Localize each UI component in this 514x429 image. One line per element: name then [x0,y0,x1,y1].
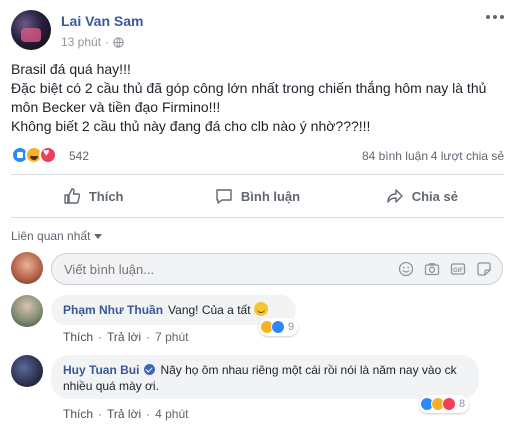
globe-icon [113,36,124,48]
like-button[interactable]: Thích [11,177,175,215]
smile-emoji-icon [253,302,268,316]
comment-button[interactable]: Bình luận [175,177,339,215]
share-button-label: Chia sẻ [411,188,458,204]
sort-label: Liên quan nhất [11,229,91,243]
post-line: Đặc biệt có 2 cầu thủ đã góp công lớn nh… [11,80,487,115]
more-options-icon[interactable] [486,12,504,22]
comment-sort-dropdown[interactable]: Liên quan nhất [11,229,103,243]
comment-like-link[interactable]: Thích [63,407,93,421]
comment-item: Huy Tuan Bui Nãy họ ôm nhau riêng một cái… [11,355,504,425]
commenter-name[interactable]: Phạm Như Thuần [63,303,163,317]
love-reaction-icon [39,146,57,164]
reaction-count[interactable]: 542 [69,149,89,163]
commenter-avatar[interactable] [11,355,43,387]
post-line: Không biết 2 cầu thủ này đang đá cho clb… [11,118,371,134]
comment-count[interactable]: 84 bình luận [362,149,428,163]
comment-item: Phạm Như Thuần Vang! Của a tất 9 Thích · T… [11,295,504,347]
camera-icon[interactable] [424,261,440,277]
comment-actions: Thích · Trả lời · 7 phút [63,330,189,344]
comment-reactions[interactable]: 9 [259,318,299,336]
comment-input-box[interactable]: GIF [51,253,503,285]
comment-bubble: Phạm Như Thuần Vang! Của a tất [51,295,296,325]
commenter-avatar[interactable] [11,295,43,327]
author-name[interactable]: Lai Van Sam [61,13,143,29]
thumbs-up-icon [64,188,80,204]
share-count[interactable]: 4 lượt chia sẻ [431,149,504,163]
comment-text: Vang! Của a tất [168,303,251,317]
comment-button-label: Bình luận [240,188,301,204]
comment-bubble-icon [216,189,232,204]
svg-text:GIF: GIF [453,268,463,274]
comment-reply-link[interactable]: Trả lời [107,407,141,421]
post-actions: Thích Bình luận Chia sẻ [11,177,504,215]
post-meta: 13 phút · [61,35,124,49]
commenter-name[interactable]: Huy Tuan Bui [63,363,139,377]
post-line: Brasil đá quá hay!!! [11,61,131,77]
like-button-label: Thích [88,188,124,204]
comment-like-link[interactable]: Thích [63,330,93,344]
author-avatar[interactable] [11,10,51,50]
emoji-icon[interactable] [398,261,414,277]
post-time[interactable]: 13 phút [61,35,101,49]
verified-badge-icon [144,364,156,375]
reaction-summary: 542 84 bình luận 4 lượt chia sẻ [11,146,504,166]
like-reaction-icon [271,320,285,334]
comment-composer: GIF [11,252,504,286]
post-header: Lai Van Sam 13 phút · [11,10,504,52]
facebook-post: Lai Van Sam 13 phút · Brasil đá quá hay!… [0,0,514,429]
sticker-icon[interactable] [476,261,492,277]
comment-reaction-count: 8 [459,398,466,410]
meta-separator: · [105,35,110,49]
current-user-avatar [11,252,43,284]
comment-input[interactable] [64,262,364,277]
divider [11,174,504,175]
love-reaction-icon [442,397,456,411]
composer-icons: GIF [398,261,492,277]
share-arrow-icon [386,189,403,203]
caret-down-icon [94,233,103,239]
post-body: Brasil đá quá hay!!! Đặc biệt có 2 cầu t… [11,60,503,136]
divider [11,217,504,218]
comment-time[interactable]: 7 phút [155,330,188,344]
gif-icon[interactable]: GIF [450,261,466,277]
comment-time[interactable]: 4 phút [155,407,188,421]
share-button[interactable]: Chia sẻ [340,177,504,215]
comment-bubble: Huy Tuan Bui Nãy họ ôm nhau riêng một cái… [51,355,479,399]
comment-reply-link[interactable]: Trả lời [107,330,141,344]
comment-reaction-count: 9 [288,321,295,333]
reaction-icons[interactable] [11,146,57,164]
comment-reactions[interactable]: 8 [419,395,470,413]
comment-actions: Thích · Trả lời · 4 phút [63,407,189,421]
